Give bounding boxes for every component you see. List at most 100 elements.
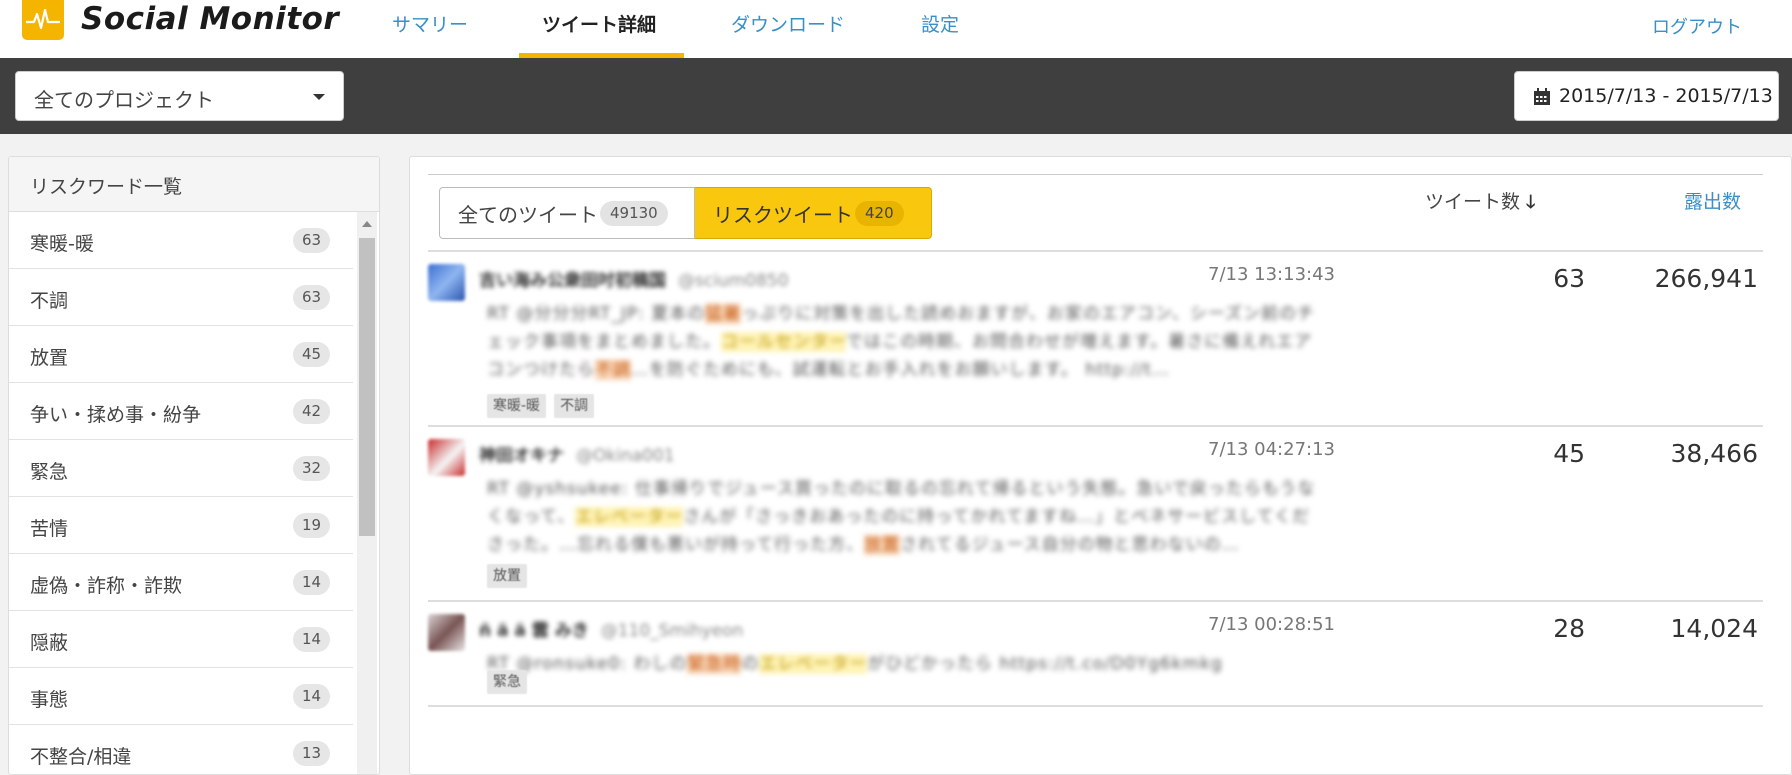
risk-word-count: 45 [293, 342, 330, 367]
tweet-timestamp: 7/13 00:28:51 [1208, 614, 1335, 635]
top-navigation: Social Monitor サマリー ツイート詳細 ダウンロード 設定 ログア… [0, 0, 1792, 58]
tweet-timestamp: 7/13 13:13:43 [1208, 264, 1335, 285]
scroll-up-icon[interactable] [362, 221, 372, 227]
tab-risk-tweets[interactable]: リスクツイート 420 [695, 187, 932, 239]
risk-word-label: 事態 [30, 689, 69, 711]
risk-word-label: 虚偽・詐称・詐欺 [30, 575, 183, 597]
tweet-user[interactable]: 神田オキナ @Okina001 [479, 441, 675, 466]
tweet-user[interactable]: 吉い海み公衆田吋初稿国 @scium0850 [479, 266, 789, 291]
nav-settings[interactable]: 設定 [921, 10, 959, 37]
tweet-tags: 放置 [487, 564, 527, 588]
risk-word-count: 63 [293, 285, 330, 310]
risk-word-highlight: 放置 [864, 535, 901, 555]
tab-count-badge: 49130 [600, 200, 668, 226]
risk-word-item[interactable]: 緊急 32 [9, 440, 353, 497]
tweet-text: されてるジュース自分の物と思わないの… [900, 535, 1240, 555]
tweet-body: RT @分分分RT_JP: 夏本の猛暑っぷりに対策を出した読めおますが、お家のエ… [487, 300, 1327, 384]
nav-summary[interactable]: サマリー [392, 10, 468, 37]
filter-toolbar: 全てのプロジェクト 2015/7/13 - 2015/7/13 [0, 58, 1792, 134]
tweet-tags: 寒暖-暖 不調 [487, 394, 595, 418]
tweet-body: RT @yshsukee: 仕事帰りでジュース買ったのに取るの忘れて帰るという失… [487, 475, 1327, 559]
date-range-picker[interactable]: 2015/7/13 - 2015/7/13 [1514, 71, 1779, 121]
risk-word-item[interactable]: 不整合/相違 13 [9, 725, 353, 774]
tweet-user-handle: @scium0850 [678, 271, 789, 291]
tab-label: リスクツイート [713, 202, 853, 227]
tweet-text: …を防ぐためにも、試運転とお手入れをお願いします。 http://t… [631, 360, 1170, 380]
risk-word-highlight: エレベーター [759, 654, 868, 674]
tweet-detail-panel: 全てのツイート 49130 リスクツイート 420 ツイート数 🡓 露出数 吉い海… [409, 156, 1792, 775]
nav-download[interactable]: ダウンロード [731, 10, 845, 37]
project-select[interactable]: 全てのプロジェクト [15, 71, 344, 121]
app-title: Social Monitor [81, 1, 340, 37]
risk-word-count: 14 [293, 684, 330, 709]
exposure-value: 266,941 [1654, 264, 1758, 293]
tweet-filter-tabs: 全てのツイート 49130 リスクツイート 420 [439, 187, 932, 239]
tweet-text: の [741, 654, 760, 674]
tweet-row[interactable]: 吉い海み公衆田吋初稿国 @scium0850 7/13 13:13:43 RT @分分… [428, 252, 1763, 427]
risk-word-label: 緊急 [30, 461, 69, 483]
sort-by-tweet-count[interactable]: ツイート数 🡓 [1425, 187, 1535, 220]
tab-count-badge: 420 [855, 200, 904, 226]
pulse-wave-icon [22, 0, 64, 40]
sidebar-title: リスクワード一覧 [30, 176, 183, 198]
logout-link[interactable]: ログアウト [1652, 13, 1742, 39]
risk-word-item[interactable]: 争い・揉め事・紛争 42 [9, 383, 353, 440]
risk-word-label: 寒暖-暖 [30, 233, 94, 255]
tweet-user[interactable]: ñ ä ä 雲 みき @110_Smihyeon [479, 616, 743, 641]
tweet-row[interactable]: ñ ä ä 雲 みき @110_Smihyeon 7/13 00:28:51 RT @… [428, 602, 1763, 707]
tweet-tags: 緊急 [487, 670, 527, 694]
tweet-text: がひどかったら https://t.co/D0Yg6kmkg [867, 654, 1223, 674]
column-header-tweets: ツイート数 [1425, 191, 1521, 213]
tab-all-tweets[interactable]: 全てのツイート 49130 [439, 187, 695, 239]
risk-word-item[interactable]: 虚偽・詐称・詐欺 14 [9, 554, 353, 611]
risk-tag[interactable]: 寒暖-暖 [487, 394, 547, 418]
risk-word-label: 放置 [30, 347, 69, 369]
exposure-value: 14,024 [1670, 614, 1758, 643]
exposure-value: 38,466 [1670, 439, 1758, 468]
risk-word-count: 42 [293, 399, 330, 424]
risk-word-item[interactable]: 事態 14 [9, 668, 353, 725]
tweet-count-value: 45 [1553, 439, 1585, 468]
divider [428, 174, 1763, 175]
risk-word-item[interactable]: 寒暖-暖 63 [9, 212, 353, 269]
arrow-down-icon: 🡓 [1526, 192, 1536, 213]
risk-word-count: 63 [293, 228, 330, 253]
tweet-user-handle: @Okina001 [576, 446, 675, 466]
risk-word-label: 不整合/相違 [30, 746, 132, 768]
risk-word-highlight: 猛暑 [705, 304, 742, 324]
avatar[interactable] [428, 439, 465, 476]
tweet-row[interactable]: 神田オキナ @Okina001 7/13 04:27:13 RT @yshsukee:… [428, 427, 1763, 602]
risk-tag[interactable]: 不調 [554, 394, 595, 418]
risk-word-count: 14 [293, 570, 330, 595]
date-range-value: 2015/7/13 - 2015/7/13 [1559, 85, 1773, 107]
sidebar-header: リスクワード一覧 [9, 157, 379, 212]
tweet-timestamp: 7/13 04:27:13 [1208, 439, 1335, 460]
avatar[interactable] [428, 264, 465, 301]
risk-word-item[interactable]: 隠蔽 14 [9, 611, 353, 668]
risk-tag[interactable]: 放置 [487, 564, 527, 588]
risk-tag[interactable]: 緊急 [487, 670, 527, 694]
risk-word-highlight: エレベーター [575, 507, 684, 527]
sidebar-scrollbar[interactable] [357, 212, 377, 774]
avatar[interactable] [428, 614, 465, 651]
scrollbar-thumb[interactable] [359, 238, 375, 536]
risk-word-item[interactable]: 放置 45 [9, 326, 353, 383]
risk-word-highlight: コールセンター [721, 332, 846, 352]
sort-by-exposure[interactable]: 露出数 [1684, 187, 1741, 214]
risk-word-count: 13 [293, 741, 330, 766]
risk-word-count: 19 [293, 513, 330, 538]
risk-word-item[interactable]: 苦情 19 [9, 497, 353, 554]
tab-label: 全てのツイート [458, 202, 598, 227]
nav-tweet-detail[interactable]: ツイート詳細 [542, 10, 656, 37]
risk-word-label: 争い・揉め事・紛争 [30, 404, 202, 426]
risk-word-count: 14 [293, 627, 330, 652]
risk-word-highlight: 緊急時 [687, 654, 742, 674]
tweet-count-value: 28 [1553, 614, 1585, 643]
tweet-user-name: 神田オキナ [479, 446, 564, 466]
tweet-body: RT @ronsuke0: わしの緊急時のエレベーターがひどかったら https… [487, 650, 1327, 678]
risk-word-item[interactable]: 不調 63 [9, 269, 353, 326]
risk-word-label: 隠蔽 [30, 632, 69, 654]
tweet-count-value: 63 [1553, 264, 1585, 293]
risk-word-label: 苦情 [30, 518, 69, 540]
tweet-user-name: ñ ä ä 雲 みき [479, 621, 589, 641]
